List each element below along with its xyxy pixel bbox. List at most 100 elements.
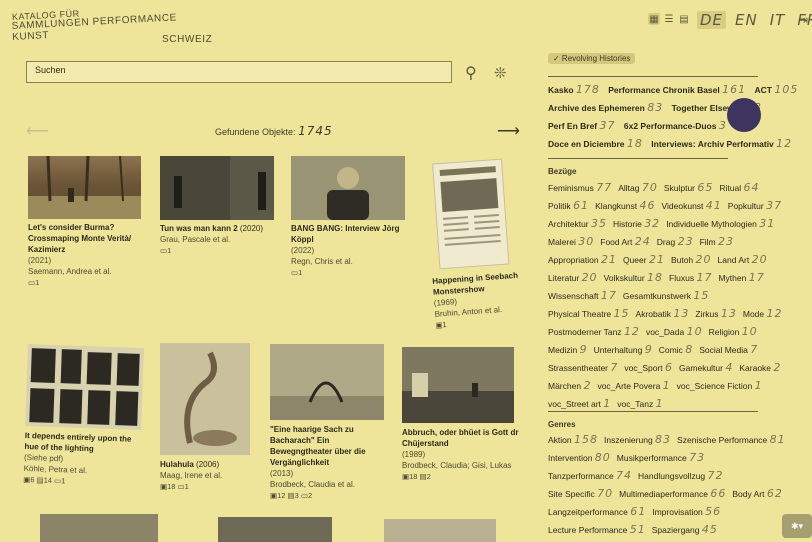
card-title[interactable]: BANG BANG: Interview Jörg Köppl <box>291 223 409 245</box>
lang-de[interactable]: DE <box>697 11 727 29</box>
tag-link[interactable]: voc_Street art 1 <box>548 397 611 410</box>
active-filter-badge[interactable]: ✓ Revolving Histories <box>548 53 636 64</box>
tag-link[interactable]: voc_Tanz 1 <box>617 397 663 410</box>
result-card[interactable]: "Eine haarige Sach zu Bacharach" Ein Bew… <box>270 344 388 501</box>
tag-link[interactable]: Popkultur 37 <box>728 199 782 212</box>
tag-link[interactable]: Volkskultur 18 <box>604 271 663 284</box>
collection-link[interactable]: ACT 105 <box>755 83 799 96</box>
tag-link[interactable]: Improvisation 56 <box>652 505 721 518</box>
table-view-icon[interactable]: ▤ <box>678 13 690 25</box>
collection-link[interactable]: Performance Chronik Basel 161 <box>608 83 746 96</box>
tag-link[interactable]: Szenische Performance 81 <box>677 433 786 446</box>
card-thumbnail[interactable] <box>270 344 384 420</box>
tag-link[interactable]: Drag 23 <box>657 235 694 248</box>
tag-link[interactable]: Wissenschaft 17 <box>548 289 617 302</box>
site-logo[interactable]: KATALOG FÜR SAMMLUNGEN PERFORMANCE KUNST… <box>11 8 212 45</box>
tag-link[interactable]: Fluxus 17 <box>669 271 712 284</box>
tag-link[interactable]: Akrobatik 13 <box>636 307 690 320</box>
tag-link[interactable]: Appropriation 21 <box>548 253 617 266</box>
lang-it[interactable]: IT <box>767 11 789 29</box>
tag-link[interactable]: Skulptur 65 <box>664 181 714 194</box>
tag-link[interactable]: Videokunst 41 <box>662 199 722 212</box>
tag-link[interactable]: Mythen 17 <box>718 271 764 284</box>
result-card[interactable]: Let's consider Burma? Crossmaping Monte … <box>28 156 146 288</box>
result-card[interactable]: Happening in Seebach Monstershow (1969) … <box>424 156 553 331</box>
tag-link[interactable]: voc_Science Fiction 1 <box>677 379 763 392</box>
settings-menu-button[interactable]: ✱▾ <box>782 514 812 538</box>
tag-link[interactable]: Spaziergang 45 <box>652 523 718 536</box>
tag-link[interactable]: Politik 61 <box>548 199 589 212</box>
collection-link[interactable]: Perf En Bref 37 <box>548 119 616 132</box>
tag-link[interactable]: Site Specific 70 <box>548 487 613 500</box>
tag-link[interactable]: Individuelle Mythologien 31 <box>666 217 775 230</box>
tag-link[interactable]: Märchen 2 <box>548 379 591 392</box>
tag-link[interactable]: Historie 32 <box>613 217 660 230</box>
tag-link[interactable]: Handlungsvollzug 72 <box>638 469 723 482</box>
collection-link[interactable]: Kasko 178 <box>548 83 600 96</box>
tag-link[interactable]: Multimediaperformance 66 <box>619 487 726 500</box>
tag-link[interactable]: Literatur 20 <box>548 271 598 284</box>
tag-link[interactable]: Ritual 64 <box>719 181 759 194</box>
tag-link[interactable]: Langzeitperformance 61 <box>548 505 646 518</box>
tag-link[interactable]: Religion 10 <box>709 325 758 338</box>
list-view-icon[interactable]: ☰ <box>663 13 675 25</box>
tag-link[interactable]: Intervention 80 <box>548 451 611 464</box>
collection-link[interactable]: Doce en Diciembre 18 <box>548 137 643 150</box>
login-icon[interactable]: ⇥ <box>798 13 808 27</box>
card-thumbnail[interactable] <box>28 156 141 219</box>
tag-link[interactable]: Unterhaltung 9 <box>594 343 653 356</box>
tag-link[interactable]: voc_Arte Povera 1 <box>597 379 670 392</box>
tag-link[interactable]: Film 23 <box>700 235 734 248</box>
next-arrow-icon[interactable]: ⟶ <box>497 121 520 141</box>
tag-link[interactable]: Strassentheater 7 <box>548 361 618 374</box>
collection-link[interactable]: 6x2 Performance-Duos 3 <box>624 119 727 132</box>
lang-en[interactable]: EN <box>732 11 761 29</box>
tag-link[interactable]: Gamekultur 4 <box>679 361 733 374</box>
card-thumbnail[interactable] <box>218 517 332 542</box>
result-card[interactable]: Hulahula (2006) Maag, Irene et al. ▣18 ▭… <box>160 343 278 492</box>
tag-link[interactable]: Mode 12 <box>743 307 783 320</box>
tag-link[interactable]: Karaoke 2 <box>739 361 781 374</box>
card-title[interactable]: "Eine haarige Sach zu Bacharach" Ein Bew… <box>270 424 388 468</box>
card-thumbnail[interactable] <box>40 514 158 542</box>
tag-link[interactable]: Musikperformance 73 <box>617 451 705 464</box>
card-thumbnail[interactable] <box>160 156 274 220</box>
tag-link[interactable]: Medizin 9 <box>548 343 588 356</box>
tag-link[interactable]: Klangkunst 46 <box>595 199 655 212</box>
tag-link[interactable]: Butoh 20 <box>671 253 712 266</box>
search-input[interactable]: Suchen <box>26 61 452 83</box>
card-thumbnail[interactable] <box>384 519 496 542</box>
tag-link[interactable]: Body Art 62 <box>732 487 783 500</box>
card-thumbnail[interactable] <box>402 347 514 423</box>
result-card[interactable]: Abbruch, oder bhüet is Gott dr Chüjersta… <box>402 347 520 482</box>
card-thumbnail[interactable] <box>432 158 510 270</box>
card-thumbnail[interactable] <box>25 344 144 430</box>
tag-link[interactable]: Comic 8 <box>659 343 693 356</box>
tag-link[interactable]: Zirkus 13 <box>695 307 737 320</box>
prev-arrow-icon[interactable]: ⟵ <box>26 121 49 141</box>
filter-icon[interactable]: ❊ <box>494 64 507 82</box>
tag-link[interactable]: Queer 21 <box>623 253 665 266</box>
tag-link[interactable]: Feminismus 77 <box>548 181 612 194</box>
result-card[interactable]: BANG BANG: Interview Jörg Köppl (2022) R… <box>291 156 409 278</box>
collection-link[interactable]: Interviews: Archiv Performativ 12 <box>651 137 792 150</box>
tag-link[interactable]: Postmoderner Tanz 12 <box>548 325 640 338</box>
tag-link[interactable]: Lecture Performance 51 <box>548 523 646 536</box>
tag-link[interactable]: Physical Theatre 15 <box>548 307 630 320</box>
tag-link[interactable]: Malerei 30 <box>548 235 594 248</box>
card-thumbnail[interactable] <box>160 343 250 455</box>
tag-link[interactable]: Tanzperformance 74 <box>548 469 632 482</box>
tag-link[interactable]: Inszenierung 83 <box>604 433 671 446</box>
tag-link[interactable]: Gesamtkunstwerk 15 <box>623 289 709 302</box>
collection-link[interactable]: Archive des Ephemeren 83 <box>548 101 663 114</box>
card-title[interactable]: Let's consider Burma? Crossmaping Monte … <box>28 222 146 255</box>
tag-link[interactable]: Land Art 20 <box>718 253 768 266</box>
tag-link[interactable]: Food Art 24 <box>600 235 651 248</box>
card-thumbnail[interactable] <box>291 156 405 220</box>
tag-link[interactable]: Aktion 158 <box>548 433 598 446</box>
tag-link[interactable]: Social Media 7 <box>699 343 758 356</box>
card-title[interactable]: Abbruch, oder bhüet is Gott dr Chüjersta… <box>402 427 520 449</box>
tag-link[interactable]: voc_Sport 6 <box>624 361 673 374</box>
card-title[interactable]: Hulahula <box>160 460 194 469</box>
result-card[interactable]: Tun was man kann 2 (2020) Grau, Pascale … <box>160 156 278 256</box>
